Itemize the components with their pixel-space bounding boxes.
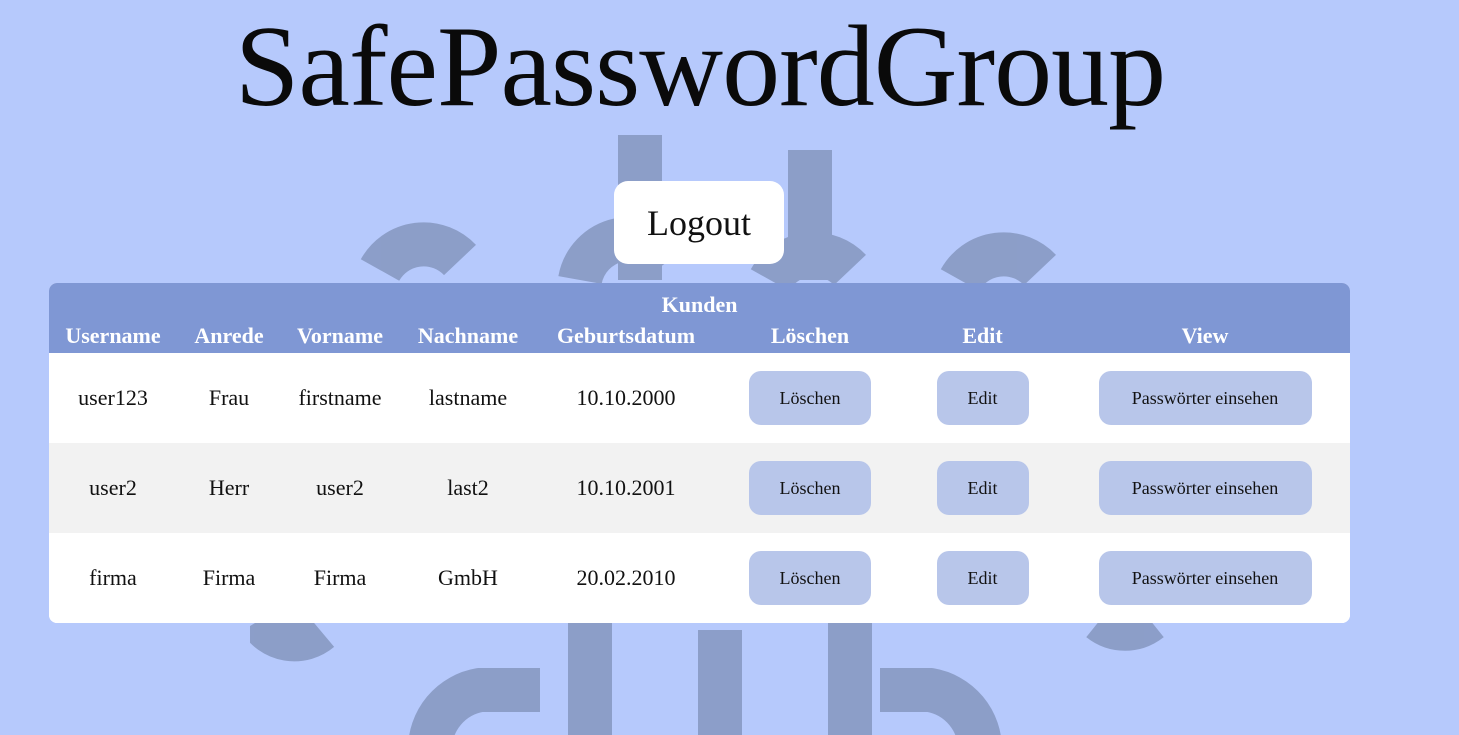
view-passwords-button[interactable]: Passwörter einsehen [1098,461,1312,515]
column-header-geburtsdatum: Geburtsdatum [537,318,715,353]
column-header-anrede: Anrede [177,318,281,353]
edit-button[interactable]: Edit [936,461,1029,515]
cell-view: Passwörter einsehen [1060,353,1350,443]
cell-geburtsdatum: 10.10.2000 [537,353,715,443]
cell-username: user2 [49,443,177,533]
cell-delete: Löschen [715,533,905,623]
customer-table: Kunden Username Anrede Vorname Nachname … [49,283,1350,623]
cell-delete: Löschen [715,353,905,443]
column-header-delete: Löschen [715,318,905,353]
cell-vorname: firstname [281,353,399,443]
logout-button[interactable]: Logout [614,181,784,264]
page-title: SafePasswordGroup [234,3,1166,131]
cell-view: Passwörter einsehen [1060,443,1350,533]
table-row: user123 Frau firstname lastname 10.10.20… [49,353,1350,443]
cell-edit: Edit [905,353,1060,443]
edit-button[interactable]: Edit [936,551,1029,605]
cell-vorname: user2 [281,443,399,533]
table-caption: Kunden [49,283,1350,318]
view-passwords-button[interactable]: Passwörter einsehen [1098,371,1312,425]
table-row: firma Firma Firma GmbH 20.02.2010 Lösche… [49,533,1350,623]
table-row: user2 Herr user2 last2 10.10.2001 Lösche… [49,443,1350,533]
edit-button[interactable]: Edit [936,371,1029,425]
view-passwords-button[interactable]: Passwörter einsehen [1098,551,1312,605]
cell-edit: Edit [905,443,1060,533]
cell-username: firma [49,533,177,623]
column-header-edit: Edit [905,318,1060,353]
cell-geburtsdatum: 10.10.2001 [537,443,715,533]
cell-geburtsdatum: 20.02.2010 [537,533,715,623]
cell-vorname: Firma [281,533,399,623]
delete-button[interactable]: Löschen [749,461,871,515]
cell-username: user123 [49,353,177,443]
cell-edit: Edit [905,533,1060,623]
cell-delete: Löschen [715,443,905,533]
column-header-view: View [1060,318,1350,353]
cell-nachname: GmbH [399,533,537,623]
delete-button[interactable]: Löschen [749,371,871,425]
cell-view: Passwörter einsehen [1060,533,1350,623]
column-header-username: Username [49,318,177,353]
cell-nachname: lastname [399,353,537,443]
cell-anrede: Frau [177,353,281,443]
cell-anrede: Herr [177,443,281,533]
column-header-nachname: Nachname [399,318,537,353]
cell-nachname: last2 [399,443,537,533]
cell-anrede: Firma [177,533,281,623]
delete-button[interactable]: Löschen [749,551,871,605]
column-header-vorname: Vorname [281,318,399,353]
